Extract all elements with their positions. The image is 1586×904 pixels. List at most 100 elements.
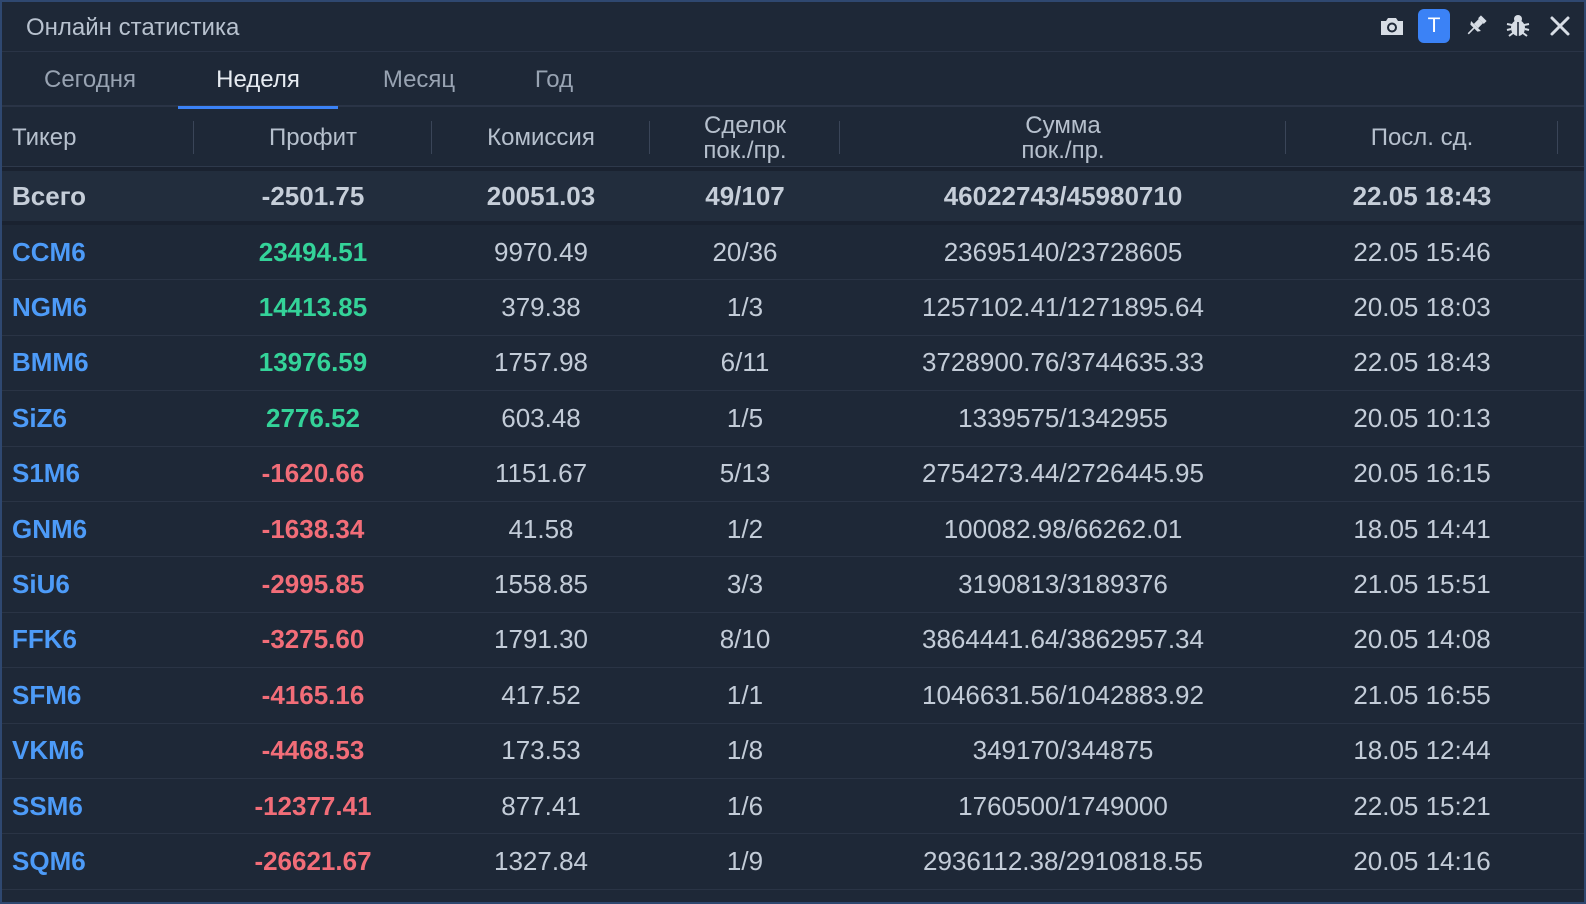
deals-cell: 8/10 [719,624,771,655]
deals-cell: 3/3 [726,569,764,600]
sum-cell: 1046631.56/1042883.92 [922,679,1204,710]
profit-cell: -1620.66 [261,458,365,489]
header-last-deal[interactable]: Посл. сд. [1286,109,1558,166]
table-body: CCM6 23494.51 9970.49 20/36 23695140/237… [2,225,1584,890]
last-deal-cell: 21.05 16:55 [1353,679,1491,710]
deals-cell: 1/9 [726,845,764,876]
ticker-cell[interactable]: VKM6 [2,724,194,778]
ticker-cell[interactable]: NGM6 [2,280,194,334]
ticker-cell[interactable]: SSM6 [2,779,194,833]
header-sum[interactable]: Сумма пок./пр. [840,109,1286,166]
profit-cell: -1638.34 [261,513,365,544]
table-row[interactable]: SiZ6 2776.52 603.48 1/5 1339575/1342955 … [2,391,1584,447]
header-deals-line2: пок./пр. [703,136,787,164]
tab-month[interactable]: Месяц [338,53,500,107]
ticker-cell[interactable]: SQM6 [2,834,194,888]
table-row[interactable]: GNM6 -1638.34 41.58 1/2 100082.98/66262.… [2,502,1584,558]
table-row[interactable]: CCM6 23494.51 9970.49 20/36 23695140/237… [2,225,1584,281]
stats-window: Онлайн статистика T Сегодня Неделя Месяц… [0,0,1586,904]
period-tabs: Сегодня Неделя Месяц Год [2,53,1584,109]
total-commission: 20051.03 [486,180,596,211]
ticker-cell[interactable]: GNM6 [2,502,194,556]
header-commission[interactable]: Комиссия [432,109,650,166]
sum-cell: 1257102.41/1271895.64 [922,292,1204,323]
tab-today[interactable]: Сегодня [2,53,178,107]
ticker-cell[interactable]: SFM6 [2,668,194,722]
profit-cell: -4468.53 [261,735,365,766]
ticker-cell[interactable]: SiZ6 [2,391,194,445]
pin-icon[interactable] [1460,9,1492,43]
table-row[interactable]: SQM6 -26621.67 1327.84 1/9 2936112.38/29… [2,834,1584,890]
header-profit[interactable]: Профит [194,109,432,166]
last-deal-cell: 18.05 14:41 [1353,513,1491,544]
ticker-cell[interactable]: FFK6 [2,613,194,667]
sum-cell: 1339575/1342955 [958,402,1168,433]
ticker-cell[interactable]: BMM6 [2,336,194,390]
bug-icon[interactable] [1502,9,1534,43]
profit-cell: -12377.41 [254,790,372,821]
header-sum-line2: пок./пр. [1021,136,1105,164]
total-deals: 49/107 [705,180,785,211]
ticker-cell[interactable]: SiU6 [2,557,194,611]
total-sum: 46022743/45980710 [943,180,1183,211]
last-deal-cell: 22.05 18:43 [1353,347,1491,378]
total-row: Всего -2501.75 20051.03 49/107 46022743/… [2,167,1584,225]
profit-cell: 23494.51 [258,236,368,267]
deals-cell: 1/6 [726,790,764,821]
table-row[interactable]: SFM6 -4165.16 417.52 1/1 1046631.56/1042… [2,668,1584,724]
table-row[interactable]: VKM6 -4468.53 173.53 1/8 349170/344875 1… [2,724,1584,779]
deals-cell: 1/8 [726,735,764,766]
deals-cell: 6/11 [720,347,770,378]
header-deals[interactable]: Сделок пок./пр. [650,109,840,166]
commission-cell: 1327.84 [494,845,588,876]
deals-cell: 1/3 [726,292,764,323]
title-bar: Онлайн статистика T [2,2,1584,52]
table-row[interactable]: BMM6 13976.59 1757.98 6/11 3728900.76/37… [2,336,1584,392]
commission-cell: 379.38 [501,292,581,323]
table-row[interactable]: NGM6 14413.85 379.38 1/3 1257102.41/1271… [2,280,1584,336]
profit-cell: -26621.67 [254,845,372,876]
sum-cell: 3190813/3189376 [958,569,1168,600]
tab-year[interactable]: Год [500,53,608,107]
ticker-cell[interactable]: S1M6 [2,447,194,501]
deals-cell: 1/5 [726,402,764,433]
ticker-cell[interactable]: CCM6 [2,225,194,279]
vertical-scrollbar[interactable] [1572,109,1584,902]
profit-cell: 13976.59 [258,347,368,378]
commission-cell: 173.53 [501,735,581,766]
tab-week[interactable]: Неделя [178,53,338,109]
total-last-deal: 22.05 18:43 [1352,180,1492,211]
last-deal-cell: 20.05 18:03 [1353,292,1491,323]
last-deal-cell: 22.05 15:46 [1353,236,1491,267]
sum-cell: 2936112.38/2910818.55 [922,845,1204,876]
last-deal-cell: 20.05 14:08 [1353,624,1491,655]
commission-cell: 417.52 [501,679,581,710]
last-deal-cell: 21.05 15:51 [1353,569,1491,600]
table-row[interactable]: FFK6 -3275.60 1791.30 8/10 3864441.64/38… [2,613,1584,669]
sum-cell: 1760500/1749000 [958,790,1168,821]
table-row[interactable]: SSM6 -12377.41 877.41 1/6 1760500/174900… [2,779,1584,835]
close-icon[interactable] [1544,9,1576,43]
title-bar-actions: T [1376,9,1576,43]
total-profit: -2501.75 [261,180,365,211]
profit-cell: 2776.52 [266,402,360,433]
commission-cell: 603.48 [501,402,581,433]
t-mode-toggle-button[interactable]: T [1418,9,1450,43]
sum-cell: 100082.98/66262.01 [943,513,1183,544]
camera-icon[interactable] [1376,9,1408,43]
last-deal-cell: 20.05 10:13 [1353,402,1491,433]
header-ticker[interactable]: Тикер [2,109,194,166]
commission-cell: 1757.98 [494,347,588,378]
table-row[interactable]: SiU6 -2995.85 1558.85 3/3 3190813/318937… [2,557,1584,613]
table-row[interactable]: S1M6 -1620.66 1151.67 5/13 2754273.44/27… [2,447,1584,502]
commission-cell: 877.41 [501,790,581,821]
sum-cell: 349170/344875 [972,735,1154,766]
commission-cell: 9970.49 [494,236,588,267]
sum-cell: 3728900.76/3744635.33 [922,347,1204,378]
total-label: Всего [12,180,87,211]
last-deal-cell: 18.05 12:44 [1353,735,1491,766]
window-title: Онлайн статистика [26,14,240,41]
commission-cell: 1151.67 [494,458,588,489]
deals-cell: 5/13 [719,458,771,489]
deals-cell: 1/1 [726,679,764,710]
